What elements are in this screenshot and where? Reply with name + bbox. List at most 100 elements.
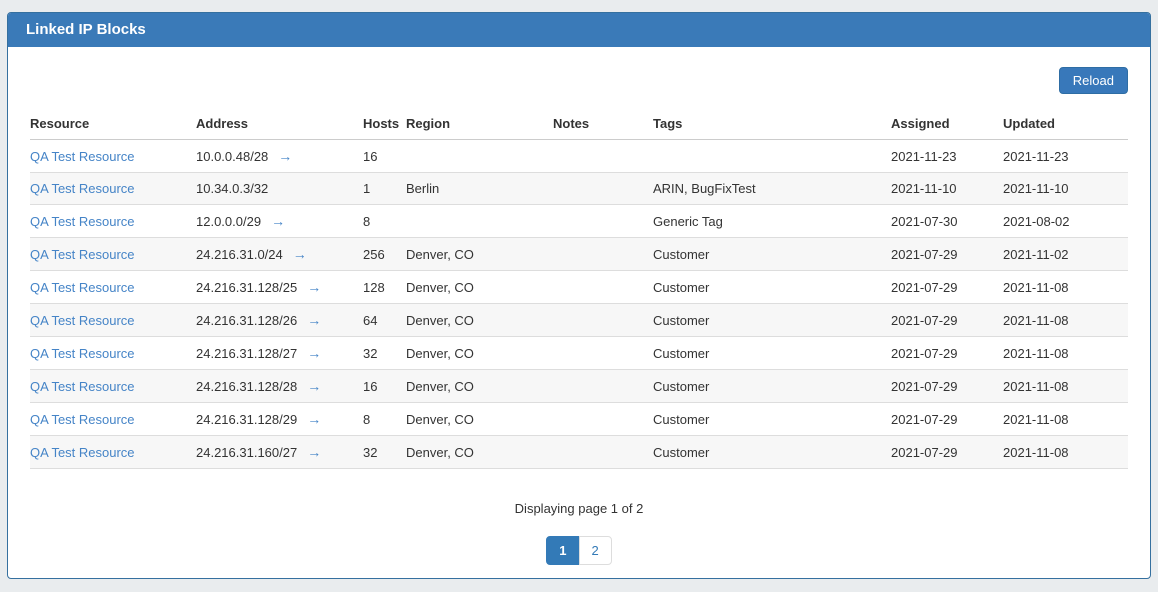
region-value bbox=[406, 140, 553, 173]
region-value: Denver, CO bbox=[406, 436, 553, 469]
notes-value bbox=[553, 304, 653, 337]
address-cell: 12.0.0.0/29→ bbox=[196, 205, 363, 238]
assigned-value: 2021-07-29 bbox=[891, 403, 1003, 436]
subnet-arrow-icon[interactable]: → bbox=[307, 411, 321, 427]
tags-value: Customer bbox=[653, 304, 891, 337]
page-button-2[interactable]: 2 bbox=[579, 536, 612, 565]
notes-value bbox=[553, 403, 653, 436]
subnet-arrow-icon[interactable]: → bbox=[307, 444, 321, 460]
notes-value bbox=[553, 370, 653, 403]
notes-value bbox=[553, 205, 653, 238]
tags-value: Customer bbox=[653, 403, 891, 436]
pagination-status: Displaying page 1 of 2 bbox=[30, 501, 1128, 516]
hosts-value: 16 bbox=[363, 370, 406, 403]
notes-value bbox=[553, 238, 653, 271]
resource-link[interactable]: QA Test Resource bbox=[30, 181, 135, 196]
resource-link[interactable]: QA Test Resource bbox=[30, 280, 135, 295]
assigned-value: 2021-07-29 bbox=[891, 304, 1003, 337]
resource-cell: QA Test Resource bbox=[30, 403, 196, 436]
assigned-value: 2021-07-30 bbox=[891, 205, 1003, 238]
hosts-value: 256 bbox=[363, 238, 406, 271]
subnet-arrow-icon[interactable]: → bbox=[278, 148, 292, 164]
resource-link[interactable]: QA Test Resource bbox=[30, 247, 135, 262]
tags-value: Customer bbox=[653, 370, 891, 403]
address-text: 24.216.31.0/24 bbox=[196, 247, 283, 262]
resource-link[interactable]: QA Test Resource bbox=[30, 412, 135, 427]
updated-value: 2021-11-08 bbox=[1003, 403, 1128, 436]
resource-cell: QA Test Resource bbox=[30, 140, 196, 173]
table-row: QA Test Resource 24.216.31.128/27→ 32 De… bbox=[30, 337, 1128, 370]
table-header: ResourceAddressHostsRegionNotesTagsAssig… bbox=[30, 108, 1128, 140]
updated-value: 2021-11-08 bbox=[1003, 271, 1128, 304]
column-header-notes: Notes bbox=[553, 108, 653, 140]
notes-value bbox=[553, 271, 653, 304]
table-header-row: ResourceAddressHostsRegionNotesTagsAssig… bbox=[30, 108, 1128, 140]
region-value: Denver, CO bbox=[406, 370, 553, 403]
notes-value bbox=[553, 173, 653, 205]
column-header-assigned: Assigned bbox=[891, 108, 1003, 140]
page-button-1[interactable]: 1 bbox=[546, 536, 579, 565]
region-value: Denver, CO bbox=[406, 238, 553, 271]
table-row: QA Test Resource 24.216.31.128/28 → 16 De… bbox=[30, 370, 1128, 403]
resource-cell: QA Test Resource bbox=[30, 271, 196, 304]
assigned-value: 2021-07-29 bbox=[891, 436, 1003, 469]
resource-cell: QA Test Resource bbox=[30, 238, 196, 271]
subnet-arrow-icon[interactable]: → bbox=[307, 378, 321, 394]
subnet-arrow-icon[interactable]: → bbox=[271, 213, 285, 229]
address-cell: 24.216.31.128/29 → bbox=[196, 403, 363, 436]
column-header-hosts: Hosts bbox=[363, 108, 406, 140]
resource-link[interactable]: QA Test Resource bbox=[30, 214, 135, 229]
assigned-value: 2021-07-29 bbox=[891, 337, 1003, 370]
updated-value: 2021-11-08 bbox=[1003, 436, 1128, 469]
address-cell: 24.216.31.128/28 → bbox=[196, 370, 363, 403]
tags-value bbox=[653, 140, 891, 173]
tags-value: ARIN, BugFixTest bbox=[653, 173, 891, 205]
tags-value: Customer bbox=[653, 436, 891, 469]
hosts-value: 128 bbox=[363, 271, 406, 304]
region-value: Denver, CO bbox=[406, 304, 553, 337]
address-cell: 24.216.31.128/25 → bbox=[196, 271, 363, 304]
tags-value: Generic Tag bbox=[653, 205, 891, 238]
subnet-arrow-icon[interactable]: → bbox=[307, 312, 321, 328]
address-text: 24.216.31.128/29 bbox=[196, 412, 297, 427]
reload-button[interactable]: Reload bbox=[1059, 67, 1128, 94]
resource-cell: QA Test Resource bbox=[30, 337, 196, 370]
table-row: QA Test Resource 24.216.31.128/29→ 8 Den… bbox=[30, 403, 1128, 436]
address-text: 24.216.31.128/28 bbox=[196, 379, 297, 394]
resource-cell: QA Test Resource bbox=[30, 370, 196, 403]
updated-value: 2021-11-08 bbox=[1003, 370, 1128, 403]
assigned-value: 2021-11-23 bbox=[891, 140, 1003, 173]
resource-link[interactable]: QA Test Resource bbox=[30, 313, 135, 328]
address-text: 24.216.31.128/25 bbox=[196, 280, 297, 295]
resource-link[interactable]: QA Test Resource bbox=[30, 445, 135, 460]
subnet-arrow-icon[interactable]: → bbox=[307, 345, 321, 361]
subnet-arrow-icon[interactable]: → bbox=[293, 246, 307, 262]
address-text: 24.216.31.160/27 bbox=[196, 445, 297, 460]
resource-cell: QA Test Resource bbox=[30, 304, 196, 337]
table-row: QA Test Resource 10.0.0.48/28→ 16 2021-1… bbox=[30, 140, 1128, 173]
tags-value: Customer bbox=[653, 238, 891, 271]
hosts-value: 1 bbox=[363, 173, 406, 205]
assigned-value: 2021-07-29 bbox=[891, 271, 1003, 304]
hosts-value: 32 bbox=[363, 337, 406, 370]
assigned-value: 2021-11-10 bbox=[891, 173, 1003, 205]
resource-link[interactable]: QA Test Resource bbox=[30, 149, 135, 164]
region-value: Denver, CO bbox=[406, 403, 553, 436]
region-value: Denver, CO bbox=[406, 337, 553, 370]
resource-link[interactable]: QA Test Resource bbox=[30, 346, 135, 361]
region-value bbox=[406, 205, 553, 238]
address-cell: 24.216.31.128/26→ bbox=[196, 304, 363, 337]
ip-blocks-table: ResourceAddressHostsRegionNotesTagsAssig… bbox=[30, 108, 1128, 469]
updated-value: 2021-11-10 bbox=[1003, 173, 1128, 205]
table-body: QA Test Resource 10.0.0.48/28→ 16 2021-1… bbox=[30, 140, 1128, 469]
table-row: QA Test Resource 12.0.0.0/29→ 8 Generic … bbox=[30, 205, 1128, 238]
address-cell: 10.34.0.3/32 bbox=[196, 173, 363, 205]
tags-value: Customer bbox=[653, 337, 891, 370]
updated-value: 2021-11-23 bbox=[1003, 140, 1128, 173]
table-row: QA Test Resource 24.216.31.128/26→ 64 De… bbox=[30, 304, 1128, 337]
panel-body: Reload ResourceAddressHostsRegionNotesTa… bbox=[8, 47, 1150, 565]
subnet-arrow-icon[interactable]: → bbox=[307, 279, 321, 295]
resource-link[interactable]: QA Test Resource bbox=[30, 379, 135, 394]
hosts-value: 32 bbox=[363, 436, 406, 469]
tags-value: Customer bbox=[653, 271, 891, 304]
